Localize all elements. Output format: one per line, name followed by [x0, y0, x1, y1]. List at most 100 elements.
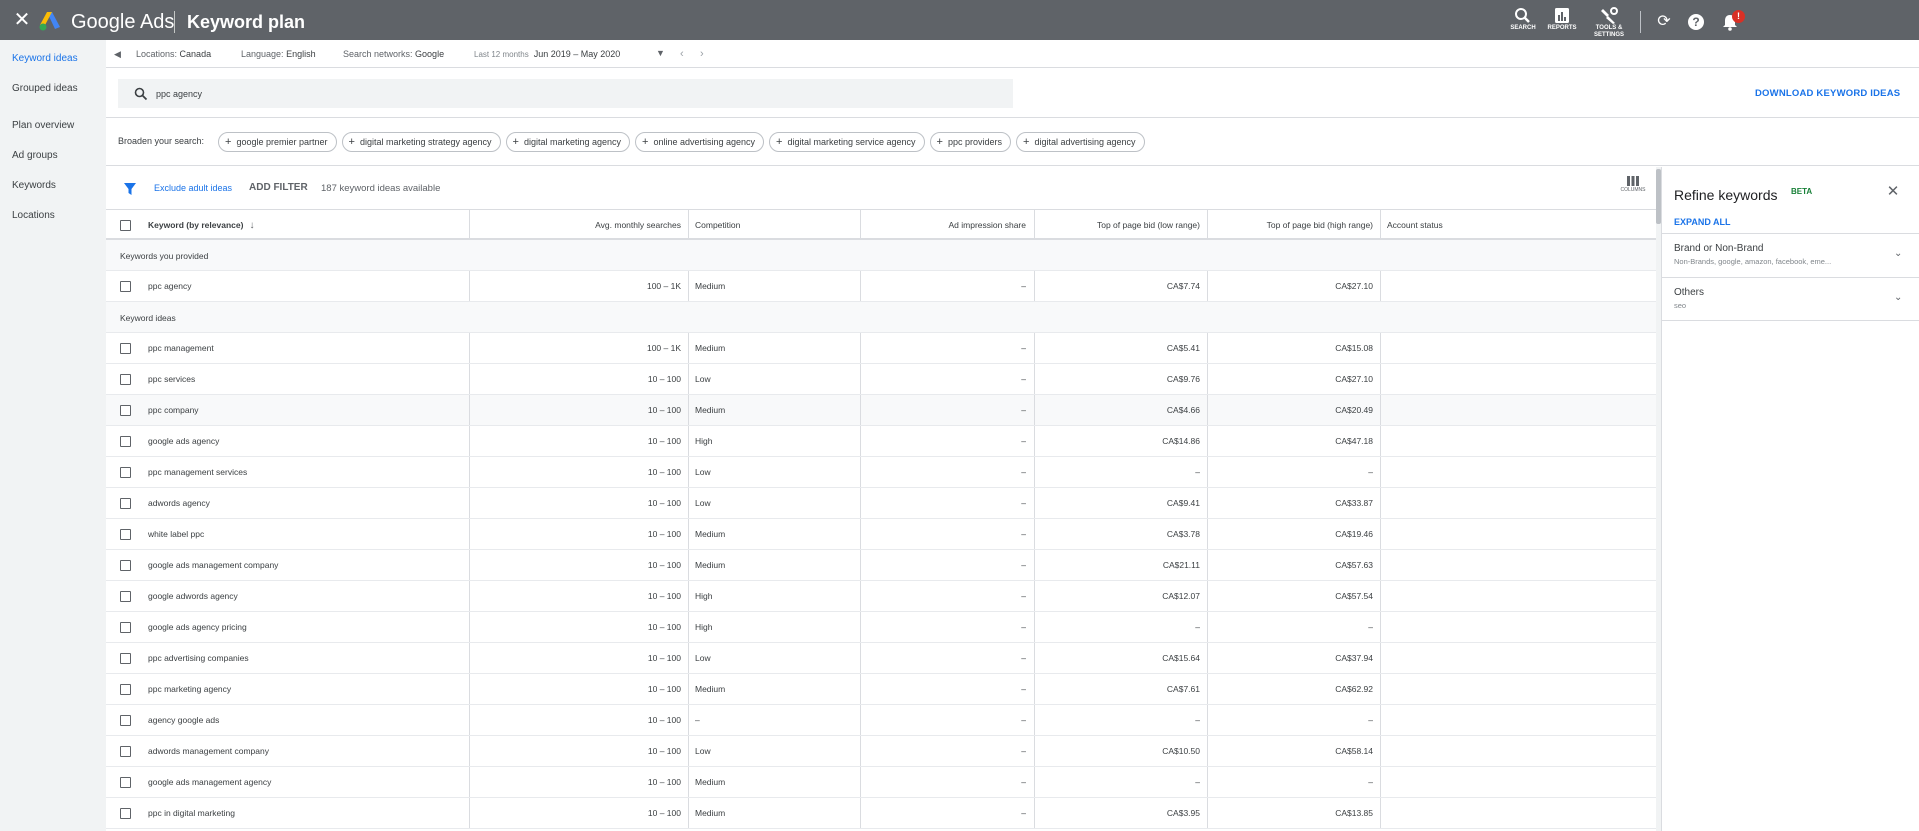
download-keyword-ideas-button[interactable]: DOWNLOAD KEYWORD IDEAS	[1755, 88, 1900, 99]
table-row: google ads management agency 10 – 100 Medi…	[106, 767, 1656, 798]
columns-button[interactable]: COLUMNS	[1616, 175, 1650, 203]
sidebar-item-keyword-ideas[interactable]: Keyword ideas	[12, 49, 78, 69]
bid-low-cell: –	[1034, 705, 1206, 735]
row-checkbox[interactable]	[120, 560, 131, 571]
header-keyword[interactable]: Keyword (by relevance) ↓	[148, 210, 468, 238]
expand-all-button[interactable]: EXPAND ALL	[1674, 217, 1731, 227]
search-networks-setting[interactable]: Search networks: Google	[343, 49, 444, 60]
collapse-left-icon[interactable]: ◀	[114, 47, 124, 61]
keyword-cell: google ads management company	[148, 560, 279, 570]
language-setting[interactable]: Language: English	[241, 49, 316, 60]
keyword-search-box[interactable]	[118, 79, 1013, 108]
row-checkbox[interactable]	[120, 653, 131, 664]
sidebar-item-locations[interactable]: Locations	[12, 206, 55, 226]
table-row: adwords agency 10 – 100 Low – CA$9.41 CA$33.8…	[106, 488, 1656, 519]
sidebar-item-plan-overview[interactable]: Plan overview	[12, 116, 74, 136]
table-row: ppc marketing agency 10 – 100 Medium – CA$7.…	[106, 674, 1656, 705]
broaden-chip[interactable]: + digital marketing service agency	[769, 132, 925, 152]
exclude-adult-ideas-filter[interactable]: Exclude adult ideas	[154, 183, 232, 193]
header-bid-high[interactable]: Top of page bid (high range)	[1207, 210, 1379, 238]
header-account-status[interactable]: Account status	[1380, 210, 1656, 238]
previous-period-icon[interactable]: ‹	[680, 48, 692, 60]
row-checkbox[interactable]	[120, 684, 131, 695]
refine-group-others[interactable]: Others seo ⌄	[1662, 277, 1919, 321]
chevron-down-icon[interactable]: ⌄	[1894, 248, 1906, 260]
reports-tool-button[interactable]: REPORTS	[1544, 7, 1580, 39]
refresh-icon[interactable]: ⟳	[1655, 13, 1673, 31]
dropdown-arrow-icon[interactable]: ▼	[656, 48, 668, 60]
impression-share-cell: –	[860, 612, 1032, 642]
chip-label: digital marketing service agency	[787, 137, 916, 147]
row-checkbox[interactable]	[120, 467, 131, 478]
sidebar-item-keywords[interactable]: Keywords	[12, 176, 56, 196]
row-checkbox[interactable]	[120, 405, 131, 416]
avg-searches-cell: 10 – 100	[469, 767, 687, 797]
close-icon[interactable]: ✕	[1886, 184, 1900, 199]
plan-settings-bar: ◀ Locations: Canada Language: English Se…	[106, 40, 1919, 68]
search-icon	[1515, 8, 1530, 23]
filter-icon[interactable]	[123, 182, 137, 196]
bid-low-cell: CA$7.61	[1034, 674, 1206, 704]
refine-group-brand[interactable]: Brand or Non-Brand Non-Brands, google, a…	[1662, 233, 1919, 277]
bid-high-cell: –	[1207, 457, 1379, 487]
avg-searches-cell: 10 – 100	[469, 643, 687, 673]
header-competition[interactable]: Competition	[688, 210, 859, 238]
period-value: Jun 2019 – May 2020	[533, 49, 621, 59]
broaden-chip[interactable]: + digital marketing strategy agency	[341, 132, 501, 152]
add-filter-button[interactable]: ADD FILTER	[249, 182, 308, 193]
account-status-cell	[1380, 581, 1656, 611]
row-checkbox[interactable]	[120, 343, 131, 354]
header-avg-searches[interactable]: Avg. monthly searches	[469, 210, 687, 238]
table-row: ppc advertising companies 10 – 100 Low – CA$…	[106, 643, 1656, 674]
locations-setting[interactable]: Locations: Canada	[136, 49, 211, 60]
help-icon[interactable]: ?	[1688, 14, 1704, 30]
close-icon[interactable]: ✕	[12, 10, 32, 30]
broaden-chip[interactable]: + online advertising agency	[635, 132, 765, 152]
avg-searches-cell: 10 – 100	[469, 581, 687, 611]
search-tool-label: SEARCH	[1510, 25, 1536, 31]
row-checkbox[interactable]	[120, 374, 131, 385]
next-period-icon[interactable]: ›	[700, 48, 712, 60]
keyword-cell: white label ppc	[148, 529, 205, 539]
keyword-cell: google adwords agency	[148, 591, 238, 601]
bid-low-cell: CA$10.50	[1034, 736, 1206, 766]
keyword-cell: google ads management agency	[148, 777, 272, 787]
row-checkbox[interactable]	[120, 746, 131, 757]
bid-low-cell: –	[1034, 612, 1206, 642]
row-checkbox[interactable]	[120, 281, 131, 292]
broaden-chip[interactable]: + ppc providers	[929, 132, 1011, 152]
row-checkbox[interactable]	[120, 715, 131, 726]
sidebar-item-grouped-ideas[interactable]: Grouped ideas	[12, 79, 78, 99]
row-checkbox[interactable]	[120, 498, 131, 509]
header-impression-share[interactable]: Ad impression share	[860, 210, 1032, 238]
select-all-checkbox[interactable]	[120, 220, 131, 231]
broaden-chip[interactable]: + digital marketing agency	[505, 132, 631, 152]
table-row: ppc company 10 – 100 Medium – CA$4.66 CA$20.4…	[106, 395, 1656, 426]
bid-low-cell: –	[1034, 457, 1206, 487]
row-checkbox[interactable]	[120, 777, 131, 788]
date-range-setting[interactable]: Last 12 months Jun 2019 – May 2020	[474, 49, 620, 60]
row-checkbox[interactable]	[120, 529, 131, 540]
tools-settings-button[interactable]: TOOLS & SETTINGS	[1590, 7, 1628, 39]
bid-high-cell: –	[1207, 612, 1379, 642]
competition-cell: Medium	[688, 798, 859, 828]
row-checkbox[interactable]	[120, 808, 131, 819]
account-status-cell	[1380, 612, 1656, 642]
table-header-row: Keyword (by relevance) ↓ Avg. monthly sea…	[106, 210, 1656, 240]
header-bid-low[interactable]: Top of page bid (low range)	[1034, 210, 1206, 238]
broaden-chip[interactable]: + digital advertising agency	[1016, 132, 1145, 152]
account-status-cell	[1380, 364, 1656, 394]
competition-cell: Medium	[688, 674, 859, 704]
row-checkbox[interactable]	[120, 436, 131, 447]
row-checkbox[interactable]	[120, 622, 131, 633]
search-tool-button[interactable]: SEARCH	[1505, 7, 1541, 39]
keyword-search-input[interactable]	[156, 85, 916, 102]
broaden-chip[interactable]: + google premier partner	[218, 132, 337, 152]
period-label: Last 12 months	[474, 50, 529, 59]
sidebar-item-ad-groups[interactable]: Ad groups	[12, 146, 58, 166]
chevron-down-icon[interactable]: ⌄	[1894, 292, 1906, 304]
table-row: ppc management services 10 – 100 Low – – –	[106, 457, 1656, 488]
bid-high-cell: CA$57.54	[1207, 581, 1379, 611]
row-checkbox[interactable]	[120, 591, 131, 602]
chip-label: digital marketing agency	[523, 137, 622, 147]
